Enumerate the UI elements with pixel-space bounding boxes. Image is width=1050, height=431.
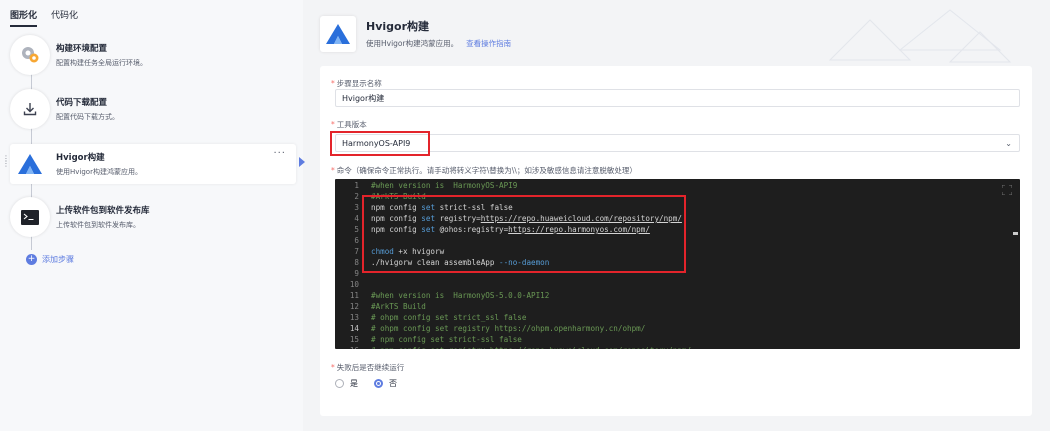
page-subtitle: 使用Hvigor构建鸿蒙应用。 查看操作指南 [366,38,511,49]
view-guide-link[interactable]: 查看操作指南 [466,39,511,48]
radio-no[interactable]: 否 [374,378,397,389]
code-line[interactable]: 16 # npm config set registry=https://repo… [335,345,1020,349]
step-hvigor-build[interactable]: ⋮ ⋮ Hvigor构建 使用Hvigor构建鸿蒙应用。 ··· [2,144,296,184]
line-number: 6 [354,236,359,245]
tab-code[interactable]: 代码化 [51,8,78,27]
command-label: * 命令（确保命令正常执行。请手动将转义字符\替换为\\；如涉及敏感信息请注意脱敏… [331,166,637,175]
page-title: Hvigor构建 [366,20,430,33]
line-number: 10 [349,280,359,289]
line-number: 13 [349,313,359,322]
code-line[interactable]: 11 #when version is HarmonyOS-5.0.0-API12 [335,290,1020,301]
continue-on-failure-radio-group: 是 否 [335,378,413,389]
line-number: 14 [349,324,359,333]
code-line[interactable]: 12 #ArkTS Build [335,301,1020,312]
step-upload-package[interactable]: 上传软件包到软件发布库 上传软件包到软件发布库。 [10,197,296,237]
step-title: Hvigor构建 [56,153,105,163]
line-number: 15 [349,335,359,344]
code-line[interactable]: 14 # ohpm config set registry https://ohp… [335,323,1020,334]
line-number: 12 [349,302,359,311]
code-line[interactable]: 15 # npm config set strict-ssl false [335,334,1020,345]
step-desc: 配置构建任务全局运行环境。 [56,59,147,67]
line-number: 16 [335,345,359,349]
line-number: 4 [354,214,359,223]
line-number: 3 [354,203,359,212]
step-icon-circle [10,35,50,75]
tool-version-label: * 工具版本 [331,120,367,129]
step-form-card: * 步骤显示名称 Hvigor构建 * 工具版本 HarmonyOS-API9 ⌄ … [320,66,1032,416]
plus-icon: + [26,254,37,265]
editor-scrollbar[interactable] [1013,232,1018,235]
code-text: # npm config set registry=https://repo.h… [371,345,691,349]
step-name-input[interactable]: Hvigor构建 [335,89,1020,107]
step-build-env[interactable]: 构建环境配置 配置构建任务全局运行环境。 [10,35,296,75]
step-title: 代码下载配置 [56,98,108,108]
step-config-panel: Hvigor构建 使用Hvigor构建鸿蒙应用。 查看操作指南 * 步骤显示名称 H… [320,0,1050,431]
step-name-label: * 步骤显示名称 [331,79,382,88]
hvigor-logo-icon [320,16,356,52]
drag-handle-icon[interactable]: ⋮ ⋮ [2,155,10,168]
add-step-button[interactable]: + 添加步骤 [26,254,74,265]
add-step-label: 添加步骤 [42,255,74,264]
line-number: 7 [354,247,359,256]
subtitle-text: 使用Hvigor构建鸿蒙应用。 [366,39,459,48]
tab-graphical[interactable]: 图形化 [10,8,38,27]
code-line[interactable]: 1 #when version is HarmonyOS-API9 [335,180,1020,191]
radio-circle [335,379,344,388]
tool-version-select[interactable]: HarmonyOS-API9 ⌄ [335,134,1020,152]
annotation-highlight-box [362,195,686,273]
step-icon-circle [10,89,50,129]
step-title: 上传软件包到软件发布库 [56,206,150,216]
code-text: #when version is HarmonyOS-API9 [371,181,518,190]
step-code-download[interactable]: 代码下载配置 配置代码下载方式。 [10,89,296,129]
hvigor-logo-icon [18,154,42,174]
radio-circle-selected [374,379,383,388]
step-header: Hvigor构建 使用Hvigor构建鸿蒙应用。 查看操作指南 [320,14,1032,58]
step-icon-circle [10,144,50,184]
view-mode-tabs: 图形化 代码化 [10,8,78,27]
chevron-down-icon: ⌄ [1005,139,1012,148]
line-number: 11 [349,291,359,300]
line-number: 9 [354,269,359,278]
gear-cog-icon [22,47,39,63]
code-text: # npm config set strict-ssl false [371,335,522,344]
code-text: # ohpm config set strict_ssl false [371,313,527,322]
line-number: 8 [354,258,359,267]
code-line[interactable]: 13 # ohpm config set strict_ssl false [335,312,1020,323]
annotation-highlight-box [330,131,430,156]
step-title: 构建环境配置 [56,44,108,54]
step-desc: 配置代码下载方式。 [56,113,119,121]
line-number: 2 [354,192,359,201]
code-text: #when version is HarmonyOS-5.0.0-API12 [371,291,550,300]
code-text: # ohpm config set registry https://ohpm.… [371,324,646,333]
line-number: 1 [354,181,359,190]
line-number: 5 [354,225,359,234]
step-desc: 使用Hvigor构建鸿蒙应用。 [56,168,142,176]
selected-step-arrow-icon [299,157,305,167]
pipeline-steps-panel: 图形化 代码化 构建环境配置 配置构建任务全局运行环境。 代码下载配置 配置代码… [0,0,303,431]
terminal-icon [21,209,39,225]
radio-yes[interactable]: 是 [335,378,358,389]
download-icon [23,103,37,116]
step-desc: 上传软件包到软件发布库。 [56,221,140,229]
step-icon-circle [10,197,50,237]
code-text: #ArkTS Build [371,302,426,311]
more-options-icon[interactable]: ··· [273,148,286,159]
code-line[interactable]: 10 [335,279,1020,290]
continue-on-failure-label: * 失败后是否继续运行 [331,363,405,372]
